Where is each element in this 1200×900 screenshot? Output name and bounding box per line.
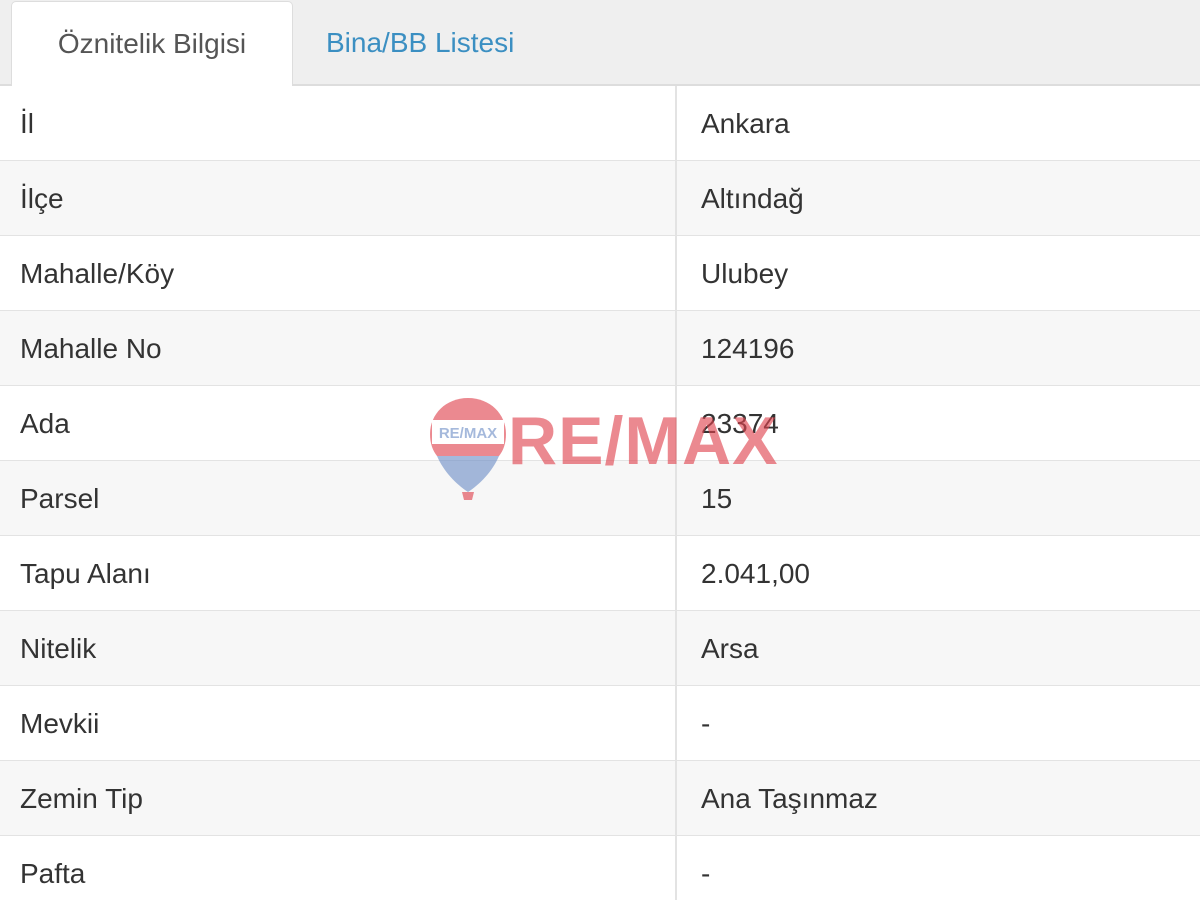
tab-oznitelik-bilgisi[interactable]: Öznitelik Bilgisi — [11, 1, 293, 88]
row-value: 23374 — [701, 408, 779, 439]
row-value: Ulubey — [701, 258, 789, 289]
row-label: Zemin Tip — [20, 783, 143, 814]
row-value: - — [701, 858, 711, 889]
table-row: İlçe Altındağ — [0, 161, 1200, 236]
row-label: Parsel — [20, 483, 100, 514]
tab-bar: Öznitelik Bilgisi Bina/BB Listesi — [0, 0, 1200, 88]
row-label: Mahalle No — [20, 333, 162, 364]
table-row: Pafta - — [0, 836, 1200, 900]
row-value: Ankara — [701, 108, 790, 139]
row-value: - — [701, 708, 711, 739]
table-row: Mevkii - — [0, 686, 1200, 761]
table-row: Parsel 15 — [0, 461, 1200, 536]
row-label: İlçe — [20, 183, 64, 214]
row-label: Pafta — [20, 858, 86, 889]
row-label: Nitelik — [20, 633, 97, 664]
table-row: Ada 23374 — [0, 386, 1200, 461]
row-value: Ana Taşınmaz — [701, 783, 878, 814]
column-divider — [675, 86, 677, 900]
row-value: 15 — [701, 483, 733, 514]
table-row: İl Ankara — [0, 86, 1200, 161]
row-value: Arsa — [701, 633, 759, 664]
row-label: Mahalle/Köy — [20, 258, 175, 289]
row-label: Tapu Alanı — [20, 558, 151, 589]
row-label: Ada — [20, 408, 70, 439]
row-value: 124196 — [701, 333, 795, 364]
property-info-panel: Öznitelik Bilgisi Bina/BB Listesi İl Ank… — [0, 0, 1200, 900]
table-row: Nitelik Arsa — [0, 611, 1200, 686]
row-label: Mevkii — [20, 708, 100, 739]
table-row: Zemin Tip Ana Taşınmaz — [0, 761, 1200, 836]
table-row: Tapu Alanı 2.041,00 — [0, 536, 1200, 611]
attribute-table: İl Ankara İlçe Altındağ Mahalle/Köy Ulub… — [0, 86, 1200, 900]
tab-bina-bb-listesi[interactable]: Bina/BB Listesi — [326, 0, 514, 86]
row-value: 2.041,00 — [701, 558, 810, 589]
row-value: Altındağ — [701, 183, 804, 214]
table-row: Mahalle No 124196 — [0, 311, 1200, 386]
table-row: Mahalle/Köy Ulubey — [0, 236, 1200, 311]
row-label: İl — [20, 108, 34, 139]
